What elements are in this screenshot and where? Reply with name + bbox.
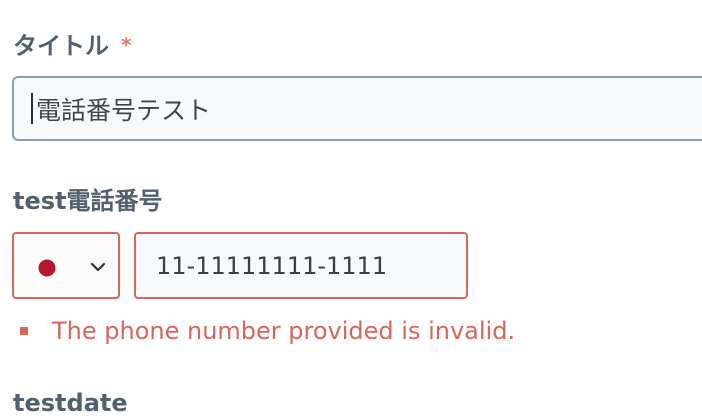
japan-flag-icon [35, 256, 59, 280]
error-bullet-icon [20, 327, 28, 335]
country-code-select[interactable] [12, 232, 120, 299]
title-input[interactable] [12, 76, 702, 141]
text-caret [31, 93, 33, 124]
phone-error-message: The phone number provided is invalid. [20, 316, 515, 346]
phone-number-input[interactable] [134, 232, 468, 299]
date-field-label: testdate [13, 389, 128, 417]
error-text: The phone number provided is invalid. [52, 317, 516, 345]
title-field-label: タイトル * [13, 30, 131, 61]
required-mark: * [121, 33, 132, 57]
title-label-text: タイトル [13, 32, 109, 60]
chevron-down-icon [90, 262, 106, 272]
phone-field-label: test電話番号 [13, 187, 163, 215]
